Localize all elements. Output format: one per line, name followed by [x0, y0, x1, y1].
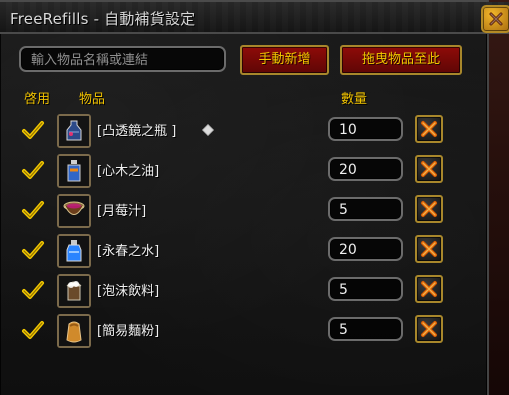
search-input-container[interactable]: [19, 46, 226, 72]
flask-icon[interactable]: [57, 114, 91, 148]
quantity-field[interactable]: [337, 320, 401, 340]
checkmark-icon: [22, 241, 44, 259]
diamond-icon: [202, 121, 214, 136]
item-name[interactable]: [永春之水]: [97, 240, 159, 259]
header-qty: 數量: [341, 92, 368, 107]
checkmark-icon: [22, 321, 44, 339]
checkmark-icon: [22, 121, 44, 139]
item-name[interactable]: [泡沫飲料]: [97, 280, 159, 299]
enable-checkbox[interactable]: [20, 317, 46, 343]
item-name[interactable]: [心木之油]: [97, 160, 159, 179]
quantity-field-container[interactable]: [328, 117, 403, 141]
enable-checkbox[interactable]: [20, 117, 46, 143]
quantity-field-container[interactable]: [328, 157, 403, 181]
table-row: [凸透鏡之瓶 ]: [0, 112, 487, 152]
quantity-field[interactable]: [337, 240, 401, 260]
remove-item-button[interactable]: [415, 315, 443, 343]
item-name[interactable]: [簡易麵粉]: [97, 320, 159, 339]
close-icon: [421, 281, 437, 297]
table-row: [永春之水]: [0, 232, 487, 272]
quantity-field[interactable]: [337, 160, 401, 180]
freerefills-window: FreeRefills - 自動補貨設定 手動新增 拖曳物品至此 啓用 物品 數…: [0, 0, 509, 395]
remove-item-button[interactable]: [415, 195, 443, 223]
close-icon: [421, 201, 437, 217]
close-icon: [421, 121, 437, 137]
juice-cup-icon[interactable]: [57, 194, 91, 228]
quantity-field[interactable]: [337, 120, 401, 140]
titlebar[interactable]: FreeRefills - 自動補貨設定: [0, 2, 509, 34]
quantity-field-container[interactable]: [328, 197, 403, 221]
quantity-field-container[interactable]: [328, 237, 403, 261]
quantity-field[interactable]: [337, 280, 401, 300]
water-bottle-icon[interactable]: [57, 234, 91, 268]
table-row: [簡易麵粉]: [0, 312, 487, 352]
foam-drink-icon[interactable]: [57, 274, 91, 308]
checkmark-icon: [22, 201, 44, 219]
window-title: FreeRefills - 自動補貨設定: [10, 10, 196, 28]
remove-item-button[interactable]: [415, 155, 443, 183]
enable-checkbox[interactable]: [20, 237, 46, 263]
close-icon: [421, 321, 437, 337]
item-name[interactable]: [凸透鏡之瓶 ]: [97, 120, 176, 139]
remove-item-button[interactable]: [415, 235, 443, 263]
manual-add-button[interactable]: 手動新增: [240, 45, 329, 75]
close-icon: [489, 12, 503, 26]
flour-sack-icon[interactable]: [57, 314, 91, 348]
quantity-field-container[interactable]: [328, 317, 403, 341]
header-enable: 啓用: [24, 92, 51, 107]
table-headers: 啓用 物品 數量: [24, 88, 464, 107]
enable-checkbox[interactable]: [20, 197, 46, 223]
remove-item-button[interactable]: [415, 115, 443, 143]
drag-item-here-button[interactable]: 拖曳物品至此: [340, 45, 462, 75]
checkmark-icon: [22, 161, 44, 179]
world-background-edge: [487, 0, 509, 395]
remove-item-button[interactable]: [415, 275, 443, 303]
item-name[interactable]: [月莓汁]: [97, 200, 146, 219]
quantity-field-container[interactable]: [328, 277, 403, 301]
table-row: [月莓汁]: [0, 192, 487, 232]
checkmark-icon: [22, 281, 44, 299]
header-item: 物品: [79, 92, 106, 107]
oil-bottle-icon[interactable]: [57, 154, 91, 188]
table-row: [泡沫飲料]: [0, 272, 487, 312]
enable-checkbox[interactable]: [20, 157, 46, 183]
ui-frame: FreeRefills - 自動補貨設定 手動新增 拖曳物品至此 啓用 物品 數…: [0, 0, 509, 395]
close-button[interactable]: [481, 5, 509, 33]
quantity-field[interactable]: [337, 200, 401, 220]
close-icon: [421, 161, 437, 177]
table-row: [心木之油]: [0, 152, 487, 192]
search-input[interactable]: [29, 50, 223, 70]
close-icon: [421, 241, 437, 257]
enable-checkbox[interactable]: [20, 277, 46, 303]
